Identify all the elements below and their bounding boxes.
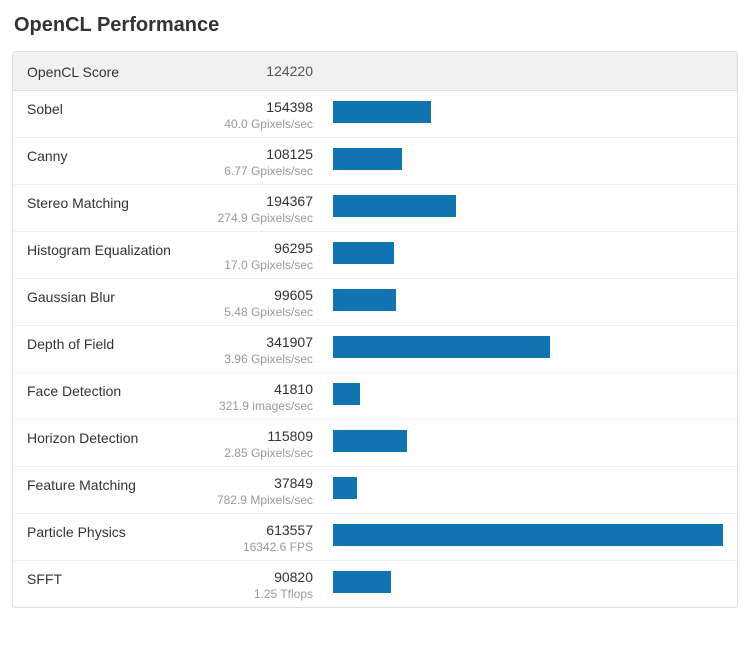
benchmark-score-col: 154398 40.0 Gpixels/sec — [207, 99, 317, 131]
score-header-spacer — [317, 70, 723, 72]
benchmark-unit: 321.9 images/sec — [207, 399, 313, 413]
benchmark-score-col: 115809 2.85 Gpixels/sec — [207, 428, 317, 460]
score-header-row: OpenCL Score 124220 — [13, 52, 737, 91]
benchmark-score: 37849 — [207, 475, 313, 491]
benchmark-name: Histogram Equalization — [27, 240, 207, 258]
benchmark-score: 613557 — [207, 522, 313, 538]
benchmark-name: Sobel — [27, 99, 207, 117]
benchmark-name: Depth of Field — [27, 334, 207, 352]
benchmark-score-col: 41810 321.9 images/sec — [207, 381, 317, 413]
benchmark-bar — [333, 148, 402, 170]
benchmark-name: Feature Matching — [27, 475, 207, 493]
benchmark-panel: OpenCL Score 124220 Sobel154398 40.0 Gpix… — [12, 51, 738, 608]
score-header-label: OpenCL Score — [27, 62, 207, 80]
benchmark-row: Canny108125 6.77 Gpixels/sec — [13, 138, 737, 185]
page-title: OpenCL Performance — [14, 14, 738, 37]
benchmark-bar-col — [317, 146, 723, 170]
benchmark-score: 41810 — [207, 381, 313, 397]
score-header-value: 124220 — [207, 63, 317, 79]
benchmark-bar — [333, 289, 396, 311]
benchmark-unit: 274.9 Gpixels/sec — [207, 211, 313, 225]
benchmark-row: Particle Physics613557 16342.6 FPS — [13, 514, 737, 561]
benchmark-bar — [333, 524, 723, 546]
benchmark-bar-col — [317, 240, 723, 264]
benchmark-bar — [333, 383, 360, 405]
benchmark-bar — [333, 195, 456, 217]
benchmark-unit: 5.48 Gpixels/sec — [207, 305, 313, 319]
benchmark-bar-col — [317, 99, 723, 123]
benchmark-bar — [333, 571, 391, 593]
benchmark-bar-col — [317, 475, 723, 499]
benchmark-score-col: 37849 782.9 Mpixels/sec — [207, 475, 317, 507]
benchmark-score-col: 90820 1.25 Tflops — [207, 569, 317, 601]
benchmark-name: SFFT — [27, 569, 207, 587]
benchmark-score: 96295 — [207, 240, 313, 256]
benchmark-name: Gaussian Blur — [27, 287, 207, 305]
benchmark-name: Particle Physics — [27, 522, 207, 540]
benchmark-name: Canny — [27, 146, 207, 164]
benchmark-score-col: 613557 16342.6 FPS — [207, 522, 317, 554]
benchmark-row: Histogram Equalization96295 17.0 Gpixels/… — [13, 232, 737, 279]
benchmark-unit: 2.85 Gpixels/sec — [207, 446, 313, 460]
benchmark-bar — [333, 430, 407, 452]
benchmark-bar-col — [317, 193, 723, 217]
benchmark-score-col: 194367 274.9 Gpixels/sec — [207, 193, 317, 225]
benchmark-bar-col — [317, 522, 723, 546]
benchmark-name: Face Detection — [27, 381, 207, 399]
benchmark-score-col: 341907 3.96 Gpixels/sec — [207, 334, 317, 366]
benchmark-score: 115809 — [207, 428, 313, 444]
benchmark-score: 99605 — [207, 287, 313, 303]
benchmark-bar — [333, 101, 431, 123]
benchmark-score: 194367 — [207, 193, 313, 209]
benchmark-name: Horizon Detection — [27, 428, 207, 446]
benchmark-score: 341907 — [207, 334, 313, 350]
benchmark-unit: 17.0 Gpixels/sec — [207, 258, 313, 272]
benchmark-bar-col — [317, 334, 723, 358]
benchmark-row: Depth of Field341907 3.96 Gpixels/sec — [13, 326, 737, 373]
benchmark-unit: 782.9 Mpixels/sec — [207, 493, 313, 507]
benchmark-bar-col — [317, 287, 723, 311]
benchmark-name: Stereo Matching — [27, 193, 207, 211]
benchmark-row: Stereo Matching194367 274.9 Gpixels/sec — [13, 185, 737, 232]
benchmark-score-col: 96295 17.0 Gpixels/sec — [207, 240, 317, 272]
benchmark-score: 154398 — [207, 99, 313, 115]
benchmark-bar — [333, 336, 550, 358]
benchmark-unit: 1.25 Tflops — [207, 587, 313, 601]
benchmark-bar — [333, 242, 394, 264]
benchmark-unit: 40.0 Gpixels/sec — [207, 117, 313, 131]
benchmark-row: SFFT90820 1.25 Tflops — [13, 561, 737, 607]
benchmark-row: Sobel154398 40.0 Gpixels/sec — [13, 91, 737, 138]
benchmark-unit: 16342.6 FPS — [207, 540, 313, 554]
benchmark-row: Horizon Detection115809 2.85 Gpixels/sec — [13, 420, 737, 467]
benchmark-row: Face Detection41810 321.9 images/sec — [13, 373, 737, 420]
benchmark-unit: 6.77 Gpixels/sec — [207, 164, 313, 178]
benchmark-bar — [333, 477, 357, 499]
benchmark-score-col: 108125 6.77 Gpixels/sec — [207, 146, 317, 178]
benchmark-bar-col — [317, 428, 723, 452]
benchmark-rows-container: Sobel154398 40.0 Gpixels/sec Canny108125 6.… — [13, 91, 737, 607]
benchmark-bar-col — [317, 381, 723, 405]
benchmark-row: Gaussian Blur99605 5.48 Gpixels/sec — [13, 279, 737, 326]
benchmark-bar-col — [317, 569, 723, 593]
benchmark-score: 108125 — [207, 146, 313, 162]
benchmark-score: 90820 — [207, 569, 313, 585]
benchmark-unit: 3.96 Gpixels/sec — [207, 352, 313, 366]
benchmark-score-col: 99605 5.48 Gpixels/sec — [207, 287, 317, 319]
benchmark-row: Feature Matching37849 782.9 Mpixels/sec — [13, 467, 737, 514]
